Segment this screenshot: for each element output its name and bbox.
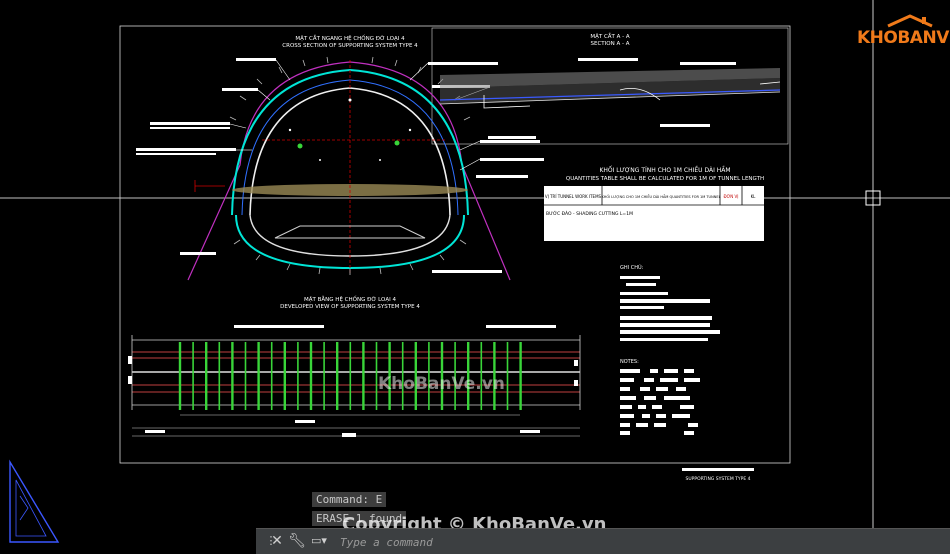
command-history-line-1: Command: E [312, 492, 387, 507]
quantities-col1-header: VỊ TRÍ TUNNEL WORK ITEMS [545, 194, 602, 199]
notes-en-heading: NOTES: [620, 359, 639, 365]
developed-view-drawing [128, 325, 581, 437]
quantities-col3-header: ĐƠN VỊ [724, 194, 739, 199]
quantities-table: VỊ TRÍ TUNNEL WORK ITEMS KHỐI LƯỢNG CHO … [544, 186, 764, 241]
command-input[interactable] [338, 532, 942, 552]
quantities-title-en: QUANTITIES TABLE SHALL BE CALCULATED FOR… [566, 176, 764, 182]
quantities-row1: BƯỚC ĐÀO - SHADING CUTTING L=1M [546, 210, 633, 217]
quantities-title-vn: KHỐI LƯỢNG TÍNH CHO 1M CHIỀU DÀI HẦM [599, 166, 730, 174]
sheet-label: SUPPORTING SYSTEM TYPE 4 [686, 476, 751, 482]
notes-vn-lines [620, 276, 720, 341]
cross-section-title-en: CROSS SECTION OF SUPPORTING SYSTEM TYPE … [282, 43, 418, 49]
quantities-col4-header: KL [751, 194, 757, 199]
logo-text: KHOBANVE [857, 28, 950, 48]
section-aa-title-vn: MẶT CẮT A - A [590, 32, 630, 40]
section-aa-drawing [439, 58, 781, 139]
close-icon[interactable]: ✕ [268, 532, 286, 550]
section-aa-title-en: SECTION A - A [591, 41, 630, 47]
cross-section-title-vn: MẶT CẮT NGANG HỆ CHỐNG ĐỠ LOẠI 4 [295, 34, 405, 42]
khobanve-logo[interactable]: KHOBANVE [848, 14, 950, 54]
cad-drawing-canvas[interactable]: MẶT CẮT NGANG HỆ CHỐNG ĐỠ LOẠI 4 CROSS S… [0, 0, 950, 553]
developed-view-title-vn: MẶT BẰNG HỆ CHỐNG ĐỠ LOẠI 4 [304, 295, 396, 303]
ucs-icon [9, 459, 60, 543]
watermark-center: KhoBanVe.vn [378, 374, 505, 394]
sheet-label-bar [682, 468, 754, 471]
developed-view-title-en: DEVELOPED VIEW OF SUPPORTING SYSTEM TYPE… [280, 304, 420, 310]
notes-vn-heading: GHI CHÚ: [620, 264, 644, 271]
quantities-col2-header: KHỐI LƯỢNG CHO 1M CHIỀU DÀI HẦM QUANTITI… [601, 194, 720, 199]
recent-commands-icon[interactable]: ▭▾ [310, 532, 328, 550]
command-line-bar: ⋮ ✕ 🔧︎ ▭▾ [256, 528, 950, 554]
notes-en-lines [620, 369, 700, 435]
wrench-icon[interactable]: 🔧︎ [288, 532, 306, 550]
